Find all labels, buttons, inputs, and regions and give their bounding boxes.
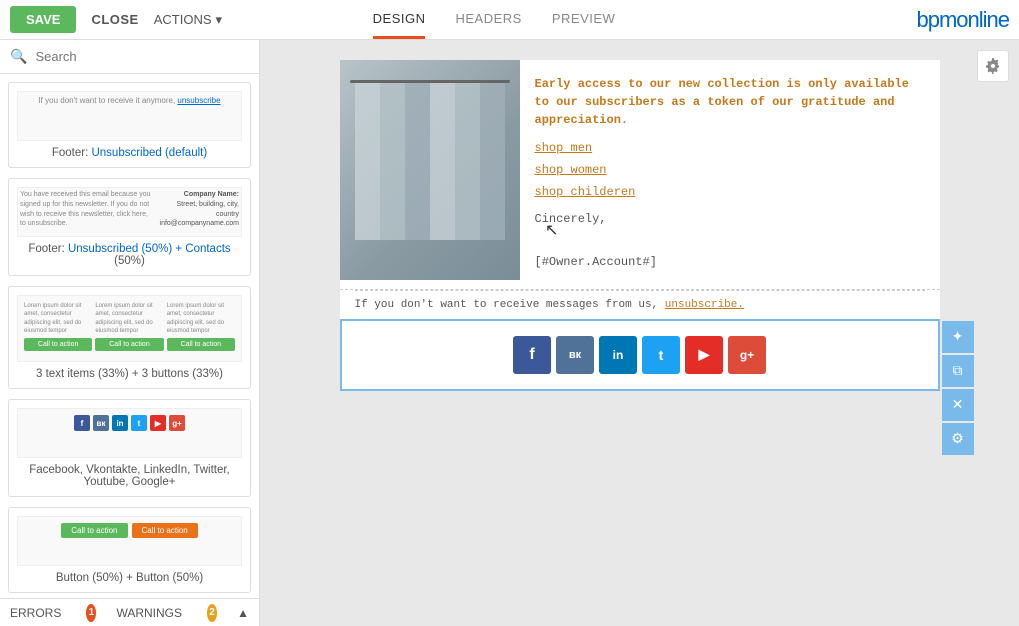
canvas-area: ↖ Early access to our new collection is … [260,40,1019,626]
nav-tabs: DESIGN HEADERS PREVIEW [373,1,616,39]
sidebar-content: If you don't want to receive it anymore,… [0,74,259,598]
card-preview-footer-default: If you don't want to receive it anymore,… [17,91,242,141]
card-label-footer-50: Footer: Unsubscribed (50%) + Contacts (5… [17,243,242,267]
list-item[interactable]: Call to action Call to action Button (50… [8,507,251,593]
googleplus-button[interactable]: g+ [728,336,766,374]
unsubscribe-link[interactable]: unsubscribe. [665,299,744,311]
save-button[interactable]: SAVE [10,6,76,33]
btn-preview-cta1: Call to action [61,523,127,538]
email-block: Early access to our new collection is on… [340,60,940,391]
content-section: Early access to our new collection is on… [340,60,940,290]
list-item[interactable]: You have received this email because you… [8,178,251,276]
facebook-button[interactable]: f [513,336,551,374]
card-preview-3text3btn: Lorem ipsum dolor sit amet, consectetur … [17,295,242,362]
list-item[interactable]: If you don't want to receive it anymore,… [8,82,251,168]
email-headline: Early access to our new collection is on… [535,75,925,129]
logo: bpmonline [916,7,1009,33]
block-add-button[interactable]: ✦ [942,321,974,353]
content-text: Early access to our new collection is on… [520,60,940,289]
card-label-buttons: Button (50%) + Button (50%) [17,572,242,584]
block-settings-button[interactable]: ⚙ [942,423,974,455]
block-copy-button[interactable]: ⧉ [942,355,974,387]
errors-bar: ERRORS 1 WARNINGS 2 ▲ [0,598,259,626]
twitter-button[interactable]: t [642,336,680,374]
actions-label: ACTIONS [154,12,212,27]
list-item[interactable]: Lorem ipsum dolor sit amet, consectetur … [8,286,251,389]
sidebar-list: If you don't want to receive it anymore,… [0,74,259,598]
warnings-label: WARNINGS [116,606,182,620]
card-label-social: Facebook, Vkontakte, LinkedIn, Twitter, … [17,464,242,488]
unsubscribe-section: If you don't want to receive messages fr… [340,291,940,319]
close-button[interactable]: CLOSE [91,12,138,27]
main-layout: 🔍 If you don't want to receive it anymor… [0,40,1019,626]
tab-preview[interactable]: PREVIEW [552,1,615,39]
tab-headers[interactable]: HEADERS [455,1,521,39]
search-box: 🔍 [0,40,259,74]
linkedin-button[interactable]: in [599,336,637,374]
actions-button[interactable]: ACTIONS ▾ [154,12,222,28]
toolbar: SAVE CLOSE ACTIONS ▾ DESIGN HEADERS PREV… [0,0,1019,40]
product-image [340,60,520,280]
card-preview-buttons: Call to action Call to action [17,516,242,566]
card-preview-social: f вк in t ▶ g+ [17,408,242,458]
shop-men-link[interactable]: shop men [535,141,925,155]
warnings-count-badge: 2 [207,604,217,622]
errors-label: ERRORS [10,606,61,620]
block-delete-button[interactable]: ✕ [942,389,974,421]
block-actions: ✦ ⧉ ✕ ⚙ [942,321,974,455]
search-input[interactable] [35,49,249,64]
shop-women-link[interactable]: shop women [535,163,925,177]
btn-preview-cta2: Call to action [132,523,198,538]
vk-button[interactable]: вк [556,336,594,374]
actions-chevron-icon: ▾ [216,12,223,28]
list-item[interactable]: f вк in t ▶ g+ Facebook, Vkontakte, Link… [8,399,251,497]
search-icon: 🔍 [10,48,27,65]
errors-chevron-icon[interactable]: ▲ [237,606,249,620]
tab-design[interactable]: DESIGN [373,1,426,39]
settings-gear-button[interactable] [977,50,1009,82]
sidebar: 🔍 If you don't want to receive it anymor… [0,40,260,626]
youtube-button[interactable]: ▶ [685,336,723,374]
card-label-3text3btn: 3 text items (33%) + 3 buttons (33%) [17,368,242,380]
card-label-footer-default: Footer: Unsubscribed (default) [17,147,242,159]
social-block-wrapper: f вк in t ▶ g+ ✦ ⧉ ✕ ⚙ [340,319,940,391]
social-block: f вк in t ▶ g+ ✦ ⧉ ✕ ⚙ [340,319,940,391]
signature: Cincerely, [#Owner.Account#] [535,209,925,274]
shop-children-link[interactable]: shop childeren [535,185,925,199]
card-preview-footer-50: You have received this email because you… [17,187,242,237]
errors-count-badge: 1 [86,604,96,622]
